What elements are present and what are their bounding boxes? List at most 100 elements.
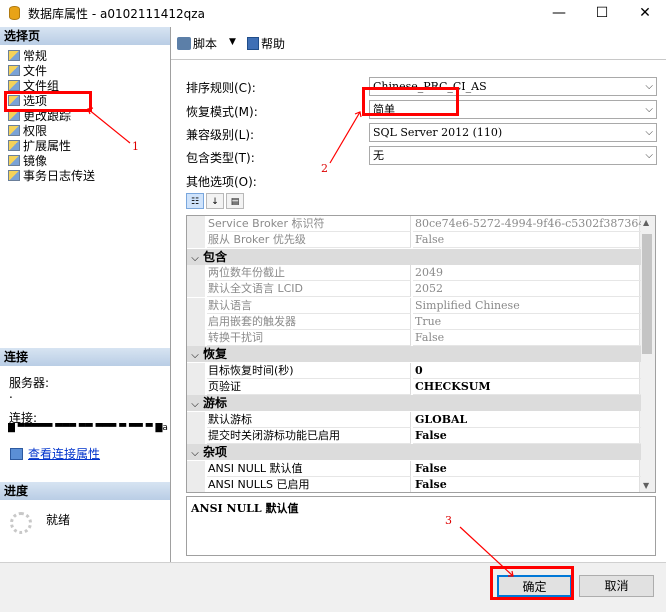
row-gutter (187, 232, 205, 249)
row-gutter (187, 379, 205, 395)
scroll-up-icon[interactable]: ▲ (643, 218, 649, 227)
property-value[interactable]: 2052 (413, 281, 641, 298)
containment-combo[interactable]: 无 ⌵ (369, 146, 657, 165)
close-button[interactable]: ✕ (630, 3, 660, 23)
spinner-icon (10, 512, 32, 534)
chevron-down-icon: ⌵ (645, 127, 653, 138)
property-name: 默认语言 (207, 297, 411, 314)
property-value[interactable]: False (413, 232, 641, 249)
property-value[interactable]: CHECKSUM (413, 379, 641, 395)
annotation-box-recovery (362, 87, 459, 116)
help-icon (247, 37, 259, 50)
progress-header: 进度 (0, 482, 170, 500)
vertical-scrollbar[interactable]: ▲ ▼ (639, 216, 655, 492)
title-bar: 数据库属性 - a0102111412qza — ☐ ✕ (0, 0, 666, 26)
property-row[interactable]: 页验证 CHECKSUM (187, 379, 641, 395)
row-gutter (187, 427, 205, 444)
script-dropdown-arrow[interactable]: ▼ (229, 37, 236, 47)
page-icon (8, 65, 20, 76)
sidebar-item-permissions[interactable]: 权限 (8, 124, 47, 139)
scroll-thumb[interactable] (642, 234, 652, 354)
help-button[interactable]: 帮助 (247, 35, 285, 52)
select-page-header: 选择页 (0, 27, 170, 45)
progress-status: 就绪 (46, 513, 71, 527)
page-icon (8, 170, 20, 181)
server-value: . (9, 387, 13, 401)
sidebar-item-files[interactable]: 文件 (8, 64, 47, 79)
page-icon (8, 50, 20, 61)
server-label: 服务器: (9, 376, 50, 390)
scroll-down-icon[interactable]: ▼ (643, 481, 649, 490)
property-name: 提交时关闭游标功能已启用 (207, 427, 411, 444)
property-value[interactable]: 0 (413, 363, 641, 379)
page-icon (8, 80, 20, 91)
chevron-down-icon: ⌵ (645, 150, 653, 161)
property-value[interactable]: False (413, 461, 641, 477)
row-gutter (187, 297, 205, 314)
category-header[interactable]: ⌵ 恢复 (187, 346, 641, 363)
sort-alpha-icon[interactable]: ↓ (206, 193, 224, 209)
property-row[interactable]: ANSI NULLS 已启用 False (187, 476, 641, 492)
view-connection-properties-link[interactable]: 查看连接属性 (10, 445, 100, 462)
property-pages-icon[interactable]: ▤ (226, 193, 244, 209)
property-row[interactable]: 默认游标 GLOBAL (187, 411, 641, 428)
property-name: 两位数年份截止 (207, 264, 411, 281)
minimize-button[interactable]: — (544, 3, 574, 23)
grid-toolbar: ☷ ↓ ▤ (186, 193, 246, 211)
annotation-label-3: 3 (445, 514, 452, 527)
property-grid[interactable]: ▲ ▼ Service Broker 标识符 80ce74e6-5272-4994… (186, 215, 656, 493)
property-value[interactable]: 2049 (413, 265, 641, 281)
toolbar: 脚本 ▼ 帮助 (171, 27, 666, 60)
category-header[interactable]: ⌵ 游标 (187, 395, 641, 412)
property-row[interactable]: 转换干扰词 False (187, 330, 641, 347)
property-row[interactable]: 默认语言 Simplified Chinese (187, 297, 641, 314)
category-header[interactable]: ⌵ 杂项 (187, 444, 641, 461)
categorized-icon[interactable]: ☷ (186, 193, 204, 209)
cancel-button[interactable]: 取消 (579, 575, 654, 597)
annotation-box-ok (490, 566, 574, 600)
row-gutter (187, 216, 205, 232)
property-value[interactable]: Simplified Chinese (413, 298, 641, 314)
other-options-label: 其他选项(O): (186, 175, 257, 189)
page-icon (8, 140, 20, 151)
window-title: 数据库属性 - a0102111412qza (28, 7, 205, 21)
sidebar-item-extended-properties[interactable]: 扩展属性 (8, 139, 71, 154)
property-name: 默认游标 (207, 411, 411, 428)
property-name: ANSI NULL 默认值 (207, 460, 411, 477)
script-button[interactable]: 脚本 (177, 35, 217, 52)
property-name: 默认全文语言 LCID (207, 281, 411, 298)
collation-label: 排序规则(C): (186, 81, 256, 95)
category-header[interactable]: ⌵ 包含 (187, 248, 641, 265)
property-row[interactable]: 提交时关闭游标功能已启用 False (187, 427, 641, 444)
compat-level-combo[interactable]: SQL Server 2012 (110) ⌵ (369, 123, 657, 142)
page-icon (8, 155, 20, 166)
row-gutter (187, 411, 205, 428)
property-row[interactable]: 目标恢复时间(秒) 0 (187, 362, 641, 379)
property-row[interactable]: 两位数年份截止 2049 (187, 264, 641, 281)
property-row[interactable]: 默认全文语言 LCID 2052 (187, 281, 641, 298)
property-row[interactable]: 启用嵌套的触发器 True (187, 313, 641, 330)
compat-level-label: 兼容级别(L): (186, 128, 255, 142)
property-value[interactable]: 80ce74e6-5272-4994-9f46-c5302f387364 (413, 216, 641, 232)
property-row[interactable]: ANSI NULL 默认值 False (187, 460, 641, 477)
property-description: ANSI NULL 默认值 (186, 496, 656, 556)
sidebar-item-general[interactable]: 常规 (8, 49, 47, 64)
property-value[interactable]: False (413, 477, 641, 492)
property-value[interactable]: True (413, 314, 641, 330)
property-value[interactable]: False (413, 330, 641, 347)
property-name: 目标恢复时间(秒) (207, 362, 411, 379)
maximize-button[interactable]: ☐ (587, 3, 617, 23)
row-gutter (187, 313, 205, 330)
property-value[interactable]: GLOBAL (413, 412, 641, 428)
property-row[interactable]: 服从 Broker 优先级 False (187, 232, 641, 249)
properties-icon (10, 448, 23, 460)
property-name: 启用嵌套的触发器 (207, 313, 411, 330)
property-row[interactable]: Service Broker 标识符 80ce74e6-5272-4994-9f4… (187, 216, 641, 232)
sidebar-item-mirroring[interactable]: 镜像 (8, 154, 47, 169)
sidebar-item-log-shipping[interactable]: 事务日志传送 (8, 169, 95, 184)
property-value[interactable]: False (413, 428, 641, 444)
annotation-label-1: 1 (132, 140, 139, 153)
property-name: 转换干扰词 (207, 330, 411, 347)
connection-header: 连接 (0, 348, 170, 366)
script-icon (177, 37, 191, 50)
